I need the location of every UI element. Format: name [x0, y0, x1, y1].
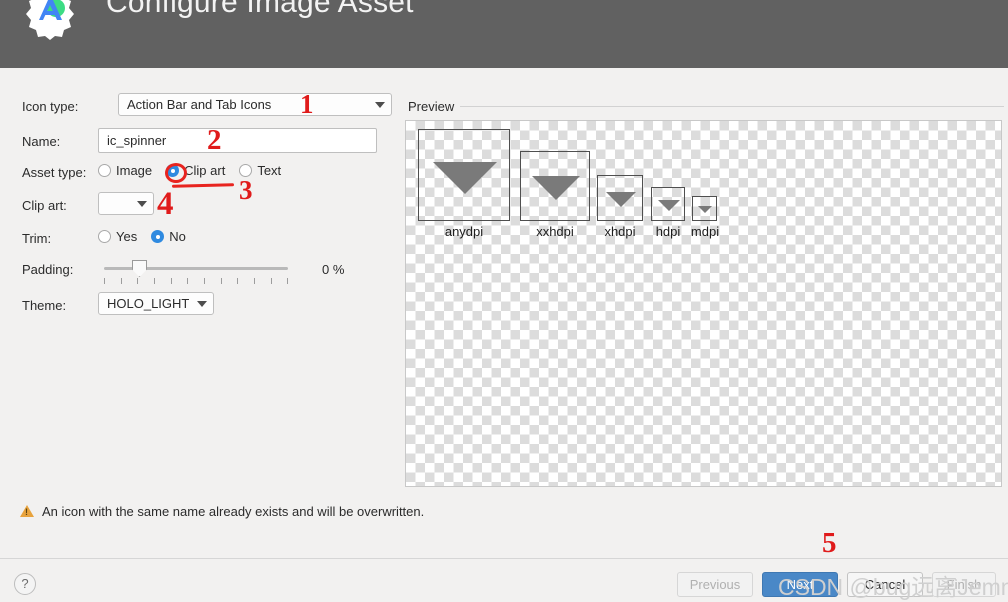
previous-button[interactable]: Previous — [677, 572, 753, 597]
asset-type-option-text-label: Text — [257, 163, 282, 178]
asset-form: Icon type: Action Bar and Tab Icons Name… — [0, 68, 404, 498]
asset-type-option-clip-art[interactable]: Clip art — [166, 163, 225, 178]
trim-option-no[interactable]: No — [151, 229, 186, 244]
trim-radio-group: Yes No — [98, 229, 200, 244]
help-button[interactable]: ? — [14, 573, 36, 595]
radio-selected-icon — [166, 164, 180, 177]
icon-type-value: Action Bar and Tab Icons — [127, 97, 272, 112]
triangle-down-icon — [698, 206, 712, 213]
cancel-button[interactable]: Cancel — [847, 572, 923, 597]
asset-type-radio-group: Image Clip art Text — [98, 163, 295, 178]
clip-art-select[interactable] — [98, 192, 154, 215]
warning-triangle-icon — [20, 505, 34, 517]
preview-title: Preview — [408, 99, 461, 114]
slider-track — [104, 267, 288, 270]
theme-label: Theme: — [22, 298, 67, 313]
preview-tile-label: xhdpi — [604, 224, 636, 239]
page-title: Configure Image Asset — [106, 0, 414, 19]
preview-tile — [597, 175, 643, 221]
trim-option-no-label: No — [169, 229, 186, 244]
icon-type-select[interactable]: Action Bar and Tab Icons — [118, 93, 392, 116]
dialog-header: Configure Image Asset — [0, 0, 1008, 68]
asset-type-option-text[interactable]: Text — [239, 163, 281, 178]
asset-type-label: Asset type: — [22, 165, 87, 180]
finish-button[interactable]: Finish — [932, 572, 996, 597]
android-studio-logo-icon — [26, 0, 74, 40]
asset-type-option-image-label: Image — [116, 163, 153, 178]
preview-separator — [408, 106, 1004, 107]
asset-type-option-clip-art-label: Clip art — [184, 163, 226, 178]
radio-icon — [98, 164, 111, 177]
footer-separator — [0, 558, 1008, 559]
triangle-down-icon — [658, 200, 680, 211]
trim-label: Trim: — [22, 231, 52, 246]
asset-type-option-image[interactable]: Image — [98, 163, 152, 178]
warning-message: An icon with the same name already exist… — [42, 504, 425, 519]
radio-icon — [98, 230, 111, 243]
preview-tile — [418, 129, 510, 221]
preview-tile — [651, 187, 685, 221]
trim-option-yes[interactable]: Yes — [98, 229, 137, 244]
preview-tile — [692, 196, 717, 221]
preview-panel: anydpi xxhdpi xhdpi hdpi mdpi — [405, 120, 1002, 487]
preview-tile-label: xxhdpi — [536, 224, 574, 239]
preview-tile-label: anydpi — [444, 224, 484, 239]
theme-select[interactable]: HOLO_LIGHT — [98, 292, 214, 315]
annotation-5: 5 — [822, 527, 837, 559]
icon-type-label: Icon type: — [22, 99, 79, 114]
slider-ticks — [104, 278, 288, 284]
chevron-down-icon — [197, 300, 207, 307]
theme-value: HOLO_LIGHT — [107, 296, 190, 311]
triangle-down-icon — [532, 176, 580, 200]
preview-tile — [520, 151, 590, 221]
slider-thumb[interactable] — [132, 260, 147, 277]
padding-value: 0 % — [322, 262, 345, 277]
padding-label: Padding: — [22, 262, 74, 277]
preview-tile-label: hdpi — [655, 224, 681, 239]
padding-slider[interactable] — [104, 256, 288, 286]
trim-option-yes-label: Yes — [116, 229, 138, 244]
name-input[interactable]: ic_spinner — [98, 128, 377, 153]
preview-tile-label: mdpi — [690, 224, 720, 239]
clip-art-label: Clip art: — [22, 198, 67, 213]
triangle-down-icon — [606, 192, 636, 207]
name-label: Name: — [22, 134, 61, 149]
name-input-value: ic_spinner — [107, 133, 167, 148]
radio-selected-icon — [151, 230, 165, 243]
chevron-down-icon — [137, 200, 147, 207]
next-button[interactable]: Next — [762, 572, 838, 597]
chevron-down-icon — [375, 101, 385, 108]
triangle-down-icon — [433, 162, 497, 194]
radio-icon — [239, 164, 253, 177]
